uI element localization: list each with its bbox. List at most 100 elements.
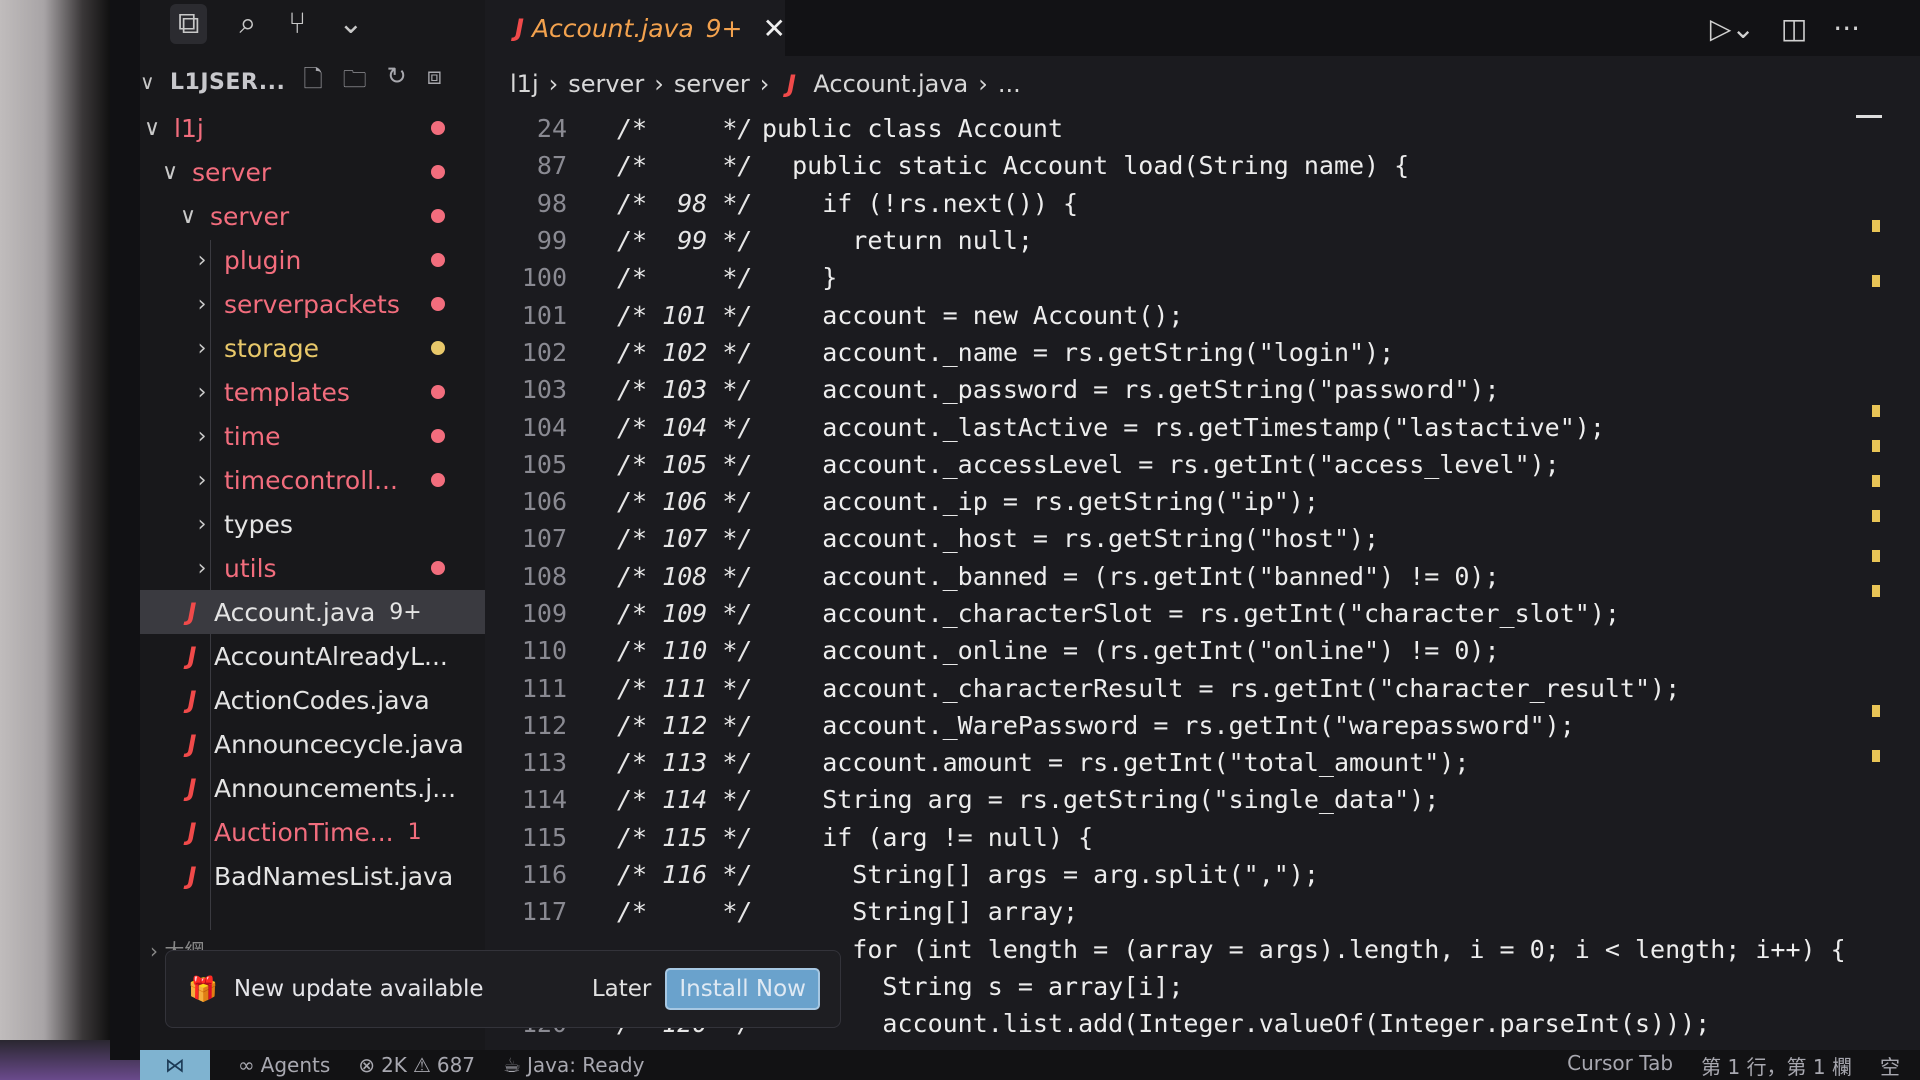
java-cup-icon: ☕ <box>503 1053 521 1077</box>
agents-status[interactable]: ∞ Agents <box>238 1053 330 1077</box>
code-line: 99 /* 99 */ return null; <box>485 222 1865 259</box>
tree-item-label: ActionCodes.java <box>214 685 430 715</box>
tab-account-java[interactable]: J Account.java 9+ ✕ <box>485 0 786 56</box>
line-number: 111 <box>521 673 567 703</box>
tree-item[interactable]: › storage <box>140 326 485 370</box>
new-folder-icon[interactable]: 🗀 <box>343 62 367 103</box>
breadcrumb-item[interactable]: server <box>568 70 644 98</box>
code-text: if (!rs.next()) { <box>762 188 1079 218</box>
line-number: 99 <box>536 226 567 256</box>
line-comment: /* 104 */ <box>617 412 753 442</box>
breadcrumb-item[interactable]: server <box>674 70 750 98</box>
problems-status[interactable]: ⊗ 2K ⚠ 687 <box>358 1053 475 1077</box>
problem-marker <box>1872 440 1880 452</box>
new-file-icon[interactable]: 🗋 <box>303 62 322 103</box>
tree-item[interactable]: J AuctionTime... 1 <box>140 810 485 854</box>
java-status-label: Java: Ready <box>526 1053 645 1077</box>
tree-item[interactable]: › serverpackets <box>140 282 485 326</box>
code-line: 112 /* 112 */ account._WarePassword = rs.… <box>485 707 1865 744</box>
code-editor[interactable]: 24 /* */ public class Account 87 /* */ publi… <box>485 110 1865 1042</box>
breadcrumb-item[interactable]: l1j <box>510 70 539 98</box>
java-file-icon: J <box>187 730 197 758</box>
tree-item[interactable]: J Announcecycle.java <box>140 722 485 766</box>
git-status-dot <box>431 429 445 443</box>
code-line: 98 /* 98 */ if (!rs.next()) { <box>485 185 1865 222</box>
search-icon[interactable]: ⌕ <box>239 4 256 44</box>
code-text: } <box>762 263 838 293</box>
split-editor-icon[interactable]: ◫ <box>1781 12 1807 45</box>
run-icon[interactable]: ▷⌄ <box>1710 12 1755 45</box>
tree-item[interactable]: › types <box>140 502 485 546</box>
tree-item-label: Announcecycle.java <box>214 729 464 759</box>
tree-item[interactable]: › timecontroll... <box>140 458 485 502</box>
status-right: Cursor Tab 第 1 行，第 1 欄 空 <box>1567 1051 1920 1080</box>
java-file-icon: J <box>187 862 197 890</box>
tree-item[interactable]: ∨ server <box>140 150 485 194</box>
code-line: 111 /* 111 */ account._characterResult = … <box>485 669 1865 706</box>
code-text: return null; <box>762 226 1033 256</box>
cursor-tab-status[interactable]: Cursor Tab <box>1567 1051 1673 1080</box>
collapse-chevron-icon[interactable]: ∨ <box>140 62 155 102</box>
code-line: 104 /* 104 */ account._lastActive = rs.ge… <box>485 408 1865 445</box>
tree-item[interactable]: J ActionCodes.java <box>140 678 485 722</box>
chevron-down-icon: ∨ <box>143 115 161 141</box>
activity-bar <box>110 0 140 1060</box>
line-number: 105 <box>521 449 567 479</box>
tree-item[interactable]: › utils <box>140 546 485 590</box>
close-icon[interactable]: ✕ <box>763 12 786 45</box>
install-now-button[interactable]: Install Now <box>665 968 820 1010</box>
code-line: 117 /* */ String[] array; <box>485 893 1865 930</box>
breadcrumb-separator-icon: › <box>978 70 988 98</box>
tree-item[interactable]: ∨ l1j <box>140 106 485 150</box>
java-file-icon: J <box>187 642 197 670</box>
breadcrumb-item[interactable]: Account.java <box>813 70 968 98</box>
more-icon[interactable]: ··· <box>1833 12 1860 45</box>
java-status[interactable]: ☕ Java: Ready <box>503 1053 644 1077</box>
problem-marker <box>1872 475 1880 487</box>
java-file-icon: J <box>786 70 796 98</box>
explorer-title[interactable]: L1JSER... <box>170 70 285 95</box>
tree-item-label: plugin <box>224 245 302 275</box>
problem-marker <box>1872 405 1880 417</box>
explorer-icon[interactable]: ⧉ <box>170 4 208 44</box>
source-control-icon[interactable]: ⑂ <box>288 4 306 44</box>
chevron-down-icon[interactable]: ⌄ <box>338 4 363 44</box>
tree-item[interactable]: › templates <box>140 370 485 414</box>
tree-item[interactable]: J AccountAlreadyL... <box>140 634 485 678</box>
tree-item-label: server <box>210 201 290 231</box>
problem-marker <box>1872 585 1880 597</box>
refresh-icon[interactable]: ↻ <box>387 62 407 103</box>
tree-item[interactable]: ∨ server <box>140 194 485 238</box>
problem-marker <box>1872 550 1880 562</box>
line-comment: /* 110 */ <box>617 636 753 666</box>
line-comment: /* 102 */ <box>617 337 753 367</box>
indentation-status[interactable]: 空 <box>1880 1051 1900 1080</box>
breadcrumb-separator-icon: › <box>548 70 559 98</box>
line-number: 102 <box>521 337 567 367</box>
cursor-position[interactable]: 第 1 行，第 1 欄 <box>1701 1051 1852 1080</box>
chevron-right-icon: › <box>197 511 207 537</box>
breadcrumb-item[interactable]: ... <box>998 70 1021 98</box>
code-line: 115 /* 115 */ if (arg != null) { <box>485 819 1865 856</box>
line-comment: /* 114 */ <box>617 785 753 815</box>
remote-indicator[interactable]: ⋈ <box>140 1050 210 1080</box>
update-notification: 🎁 New update available Later Install Now <box>165 950 841 1028</box>
tree-item-label: BadNamesList.java <box>214 861 454 891</box>
tree-item[interactable]: J Announcements.j... <box>140 766 485 810</box>
code-text: String[] args = arg.split(","); <box>762 860 1319 890</box>
line-number: 115 <box>521 822 567 852</box>
git-status-dot <box>431 341 445 355</box>
tree-item[interactable]: › plugin <box>140 238 485 282</box>
git-status-dot <box>431 165 445 179</box>
line-comment: /* 112 */ <box>617 710 753 740</box>
tree-item[interactable]: J BadNamesList.java <box>140 854 485 898</box>
tree-item[interactable]: J Account.java 9+ <box>140 590 485 634</box>
scrollbar-markers <box>1872 110 1882 810</box>
tree-item[interactable]: › time <box>140 414 485 458</box>
java-file-icon: J <box>187 818 197 846</box>
later-button[interactable]: Later <box>592 976 652 1002</box>
collapse-all-icon[interactable]: ⧈ <box>427 62 442 103</box>
code-text: public static Account load(String name) … <box>762 151 1410 181</box>
chevron-right-icon: › <box>197 555 207 581</box>
line-comment: /* 98 */ <box>617 188 753 218</box>
